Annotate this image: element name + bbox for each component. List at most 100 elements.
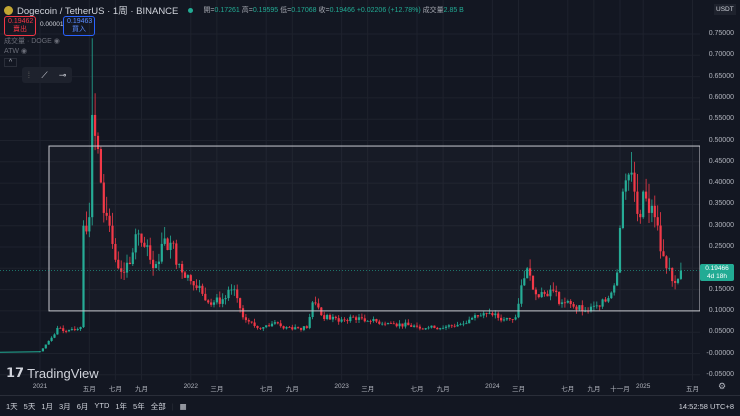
candle: [384, 323, 387, 325]
candle: [294, 327, 297, 330]
range-button[interactable]: 5天: [24, 401, 36, 412]
candle: [436, 327, 439, 330]
tv-logo-icon: 𝟭𝟳: [6, 365, 25, 380]
candle: [439, 328, 442, 330]
candle: [94, 114, 97, 136]
candle: [282, 326, 285, 329]
indicator-atw[interactable]: ATW ◉: [4, 47, 27, 55]
candle: [47, 340, 50, 345]
indicator-volume[interactable]: 成交量 · DOGE ◉: [4, 36, 60, 46]
candle: [357, 317, 361, 320]
candle: [465, 323, 468, 325]
x-tick-label: 2024: [485, 383, 500, 390]
price-chart[interactable]: [0, 0, 700, 395]
candle: [392, 323, 395, 325]
y-tick-label: 0.30000: [708, 221, 734, 229]
candle: [442, 327, 445, 329]
range-button[interactable]: 1月: [41, 401, 53, 412]
candle: [65, 330, 68, 332]
candle: [410, 325, 413, 327]
range-button[interactable]: 1年: [115, 401, 127, 412]
range-button[interactable]: 3月: [59, 401, 71, 412]
candle: [494, 313, 497, 316]
tradingview-logo[interactable]: 𝟭𝟳 TradingView: [6, 365, 99, 381]
candle: [279, 323, 282, 327]
candle: [386, 323, 390, 325]
candle: [73, 329, 76, 331]
candle: [491, 313, 494, 316]
candle: [500, 317, 503, 321]
range-button[interactable]: 全部: [151, 401, 166, 412]
spread: 0.00001: [40, 21, 64, 28]
currency-select[interactable]: USDT: [714, 4, 736, 15]
candle: [360, 317, 363, 319]
sell-button[interactable]: 0.19462 賣出: [4, 16, 36, 36]
candle: [459, 324, 462, 325]
x-tick-label: 十一月: [610, 386, 630, 393]
doge-logo-icon: [4, 5, 13, 15]
ohlc-values: 開=0.17261 高=0.19595 低=0.17068 收=0.19466 …: [203, 7, 464, 14]
candle: [250, 321, 253, 323]
collapse-button[interactable]: ^: [4, 58, 17, 67]
y-tick-label: 0.75000: [708, 30, 734, 37]
x-tick-label: 2021: [32, 383, 48, 390]
candle: [418, 326, 421, 329]
candle: [415, 325, 419, 327]
candle: [326, 315, 329, 320]
candle: [514, 317, 517, 320]
candle: [323, 315, 326, 320]
candle: [288, 327, 291, 328]
candle: [375, 318, 378, 322]
candle: [502, 319, 506, 321]
candle: [253, 322, 256, 326]
candle: [468, 319, 471, 324]
candle: [262, 327, 265, 329]
candle: [76, 329, 79, 331]
range-button[interactable]: 5年: [133, 401, 145, 412]
eye-icon[interactable]: ◉: [54, 38, 60, 45]
candle: [398, 323, 401, 327]
candle: [430, 325, 433, 328]
clock[interactable]: 14:52:58 UTC+8: [679, 402, 734, 411]
candle: [395, 323, 398, 327]
y-tick-label: 0.65000: [708, 72, 734, 80]
x-tick-label: 七月: [108, 386, 122, 393]
x-tick-label: 2025: [635, 383, 651, 390]
range-button[interactable]: 1天: [6, 401, 18, 412]
candle: [302, 326, 305, 330]
candle: [508, 318, 511, 320]
range-button[interactable]: 6月: [77, 401, 89, 412]
candle: [462, 323, 465, 325]
bottom-toolbar: 1天 5天 1月 3月 6月 YTD 1年 5年 全部 | ▦ 14:52:58 UTC+8: [0, 395, 740, 416]
calendar-icon[interactable]: ▦: [180, 402, 187, 411]
candle: [334, 316, 337, 319]
candle: [273, 322, 276, 324]
range-button[interactable]: YTD: [94, 401, 109, 412]
eye-icon[interactable]: ◉: [21, 48, 27, 55]
drag-handle-icon[interactable]: ⁞: [28, 70, 31, 80]
candle: [328, 315, 332, 320]
trend-line-icon[interactable]: ⟋: [41, 70, 47, 81]
y-tick-label: -0.05000: [706, 370, 734, 378]
candle: [291, 327, 294, 330]
candle: [53, 334, 56, 338]
buy-button[interactable]: 0.19463 買入: [63, 16, 95, 36]
y-tick-label: 0.45000: [708, 157, 734, 165]
candle: [447, 325, 450, 327]
candle: [404, 322, 407, 327]
candle: [473, 315, 477, 318]
candle: [343, 319, 346, 321]
candle: [285, 327, 288, 329]
candle: [305, 326, 308, 328]
y-tick-label: 0.25000: [708, 243, 734, 250]
chart-header: Dogecoin / TetherUS · 1周 · BINANCE 開=0.1…: [4, 3, 464, 17]
candle: [62, 328, 65, 331]
horizontal-line-icon[interactable]: ⊸: [59, 70, 67, 81]
candle: [265, 325, 268, 328]
x-tick-label: 七月: [259, 386, 273, 393]
candle: [352, 316, 355, 318]
candle: [479, 315, 482, 317]
symbol-title[interactable]: Dogecoin / TetherUS · 1周 · BINANCE: [17, 3, 178, 17]
settings-icon[interactable]: ⚙: [718, 381, 726, 392]
candle: [427, 327, 430, 329]
